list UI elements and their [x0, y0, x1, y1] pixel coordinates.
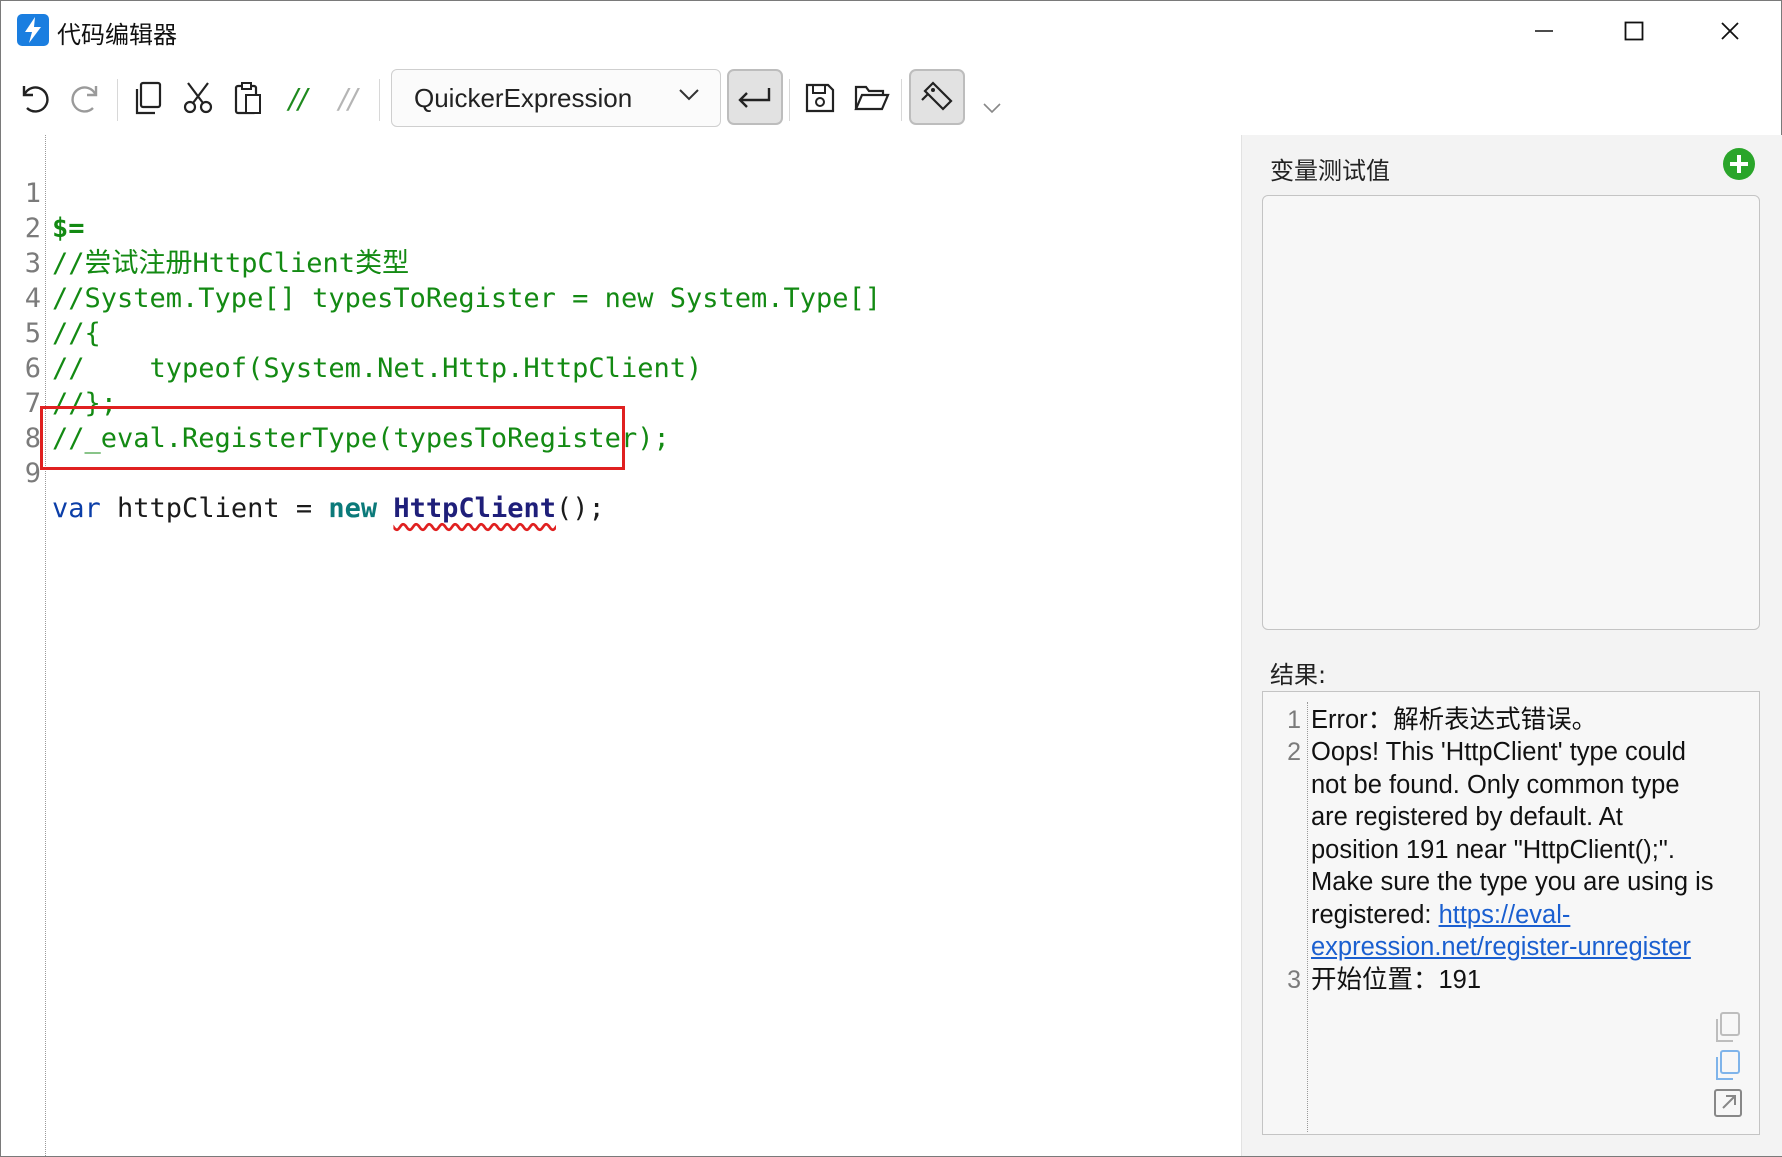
line-number: 9	[24, 458, 41, 489]
identifier: httpClient =	[100, 493, 329, 524]
undo-button[interactable]	[11, 75, 57, 121]
return-arrow-icon	[738, 88, 771, 108]
app-logo-icon	[17, 14, 49, 46]
copy-icon	[1716, 1012, 1740, 1042]
error-type-name: HttpClient	[393, 493, 556, 524]
close-button[interactable]	[1687, 1, 1773, 61]
result-line-text: Error：解析表达式错误。	[1311, 706, 1598, 734]
copy-result-button[interactable]	[1711, 1010, 1745, 1044]
add-variable-button[interactable]	[1722, 147, 1756, 181]
line-text: var httpClient = new HttpClient();	[52, 491, 605, 526]
open-result-button[interactable]	[1711, 1086, 1745, 1120]
keyword-var: var	[52, 493, 101, 524]
result-line-text: Make sure the type you are using is	[1311, 868, 1714, 896]
line-text: // typeof(System.Net.Http.HttpClient)	[52, 353, 703, 384]
side-panel: 变量测试值 结果: 1 Error：解析表达式错误。 2 Oops! This …	[1241, 135, 1782, 1156]
result-error-message: Oops! This 'HttpClient' type could not b…	[1311, 736, 1714, 964]
result-line-number: 2	[1287, 738, 1301, 766]
copy-result-alt-button[interactable]	[1711, 1048, 1745, 1082]
save-button[interactable]	[797, 75, 843, 121]
result-line-number: 3	[1287, 966, 1301, 994]
folder-open-icon	[854, 85, 890, 111]
save-icon	[805, 83, 835, 113]
help-link-continued[interactable]: expression.net/register-unregister	[1311, 933, 1691, 961]
word-wrap-toggle[interactable]	[727, 69, 783, 125]
pin-toggle[interactable]	[909, 69, 965, 125]
code-line: 4 //{	[1, 246, 101, 349]
variable-test-title: 变量测试值	[1270, 157, 1390, 185]
uncomment-button[interactable]: //	[325, 75, 371, 121]
open-folder-button[interactable]	[849, 75, 895, 121]
language-select[interactable]: QuickerExpression	[391, 69, 721, 127]
toolbar-separator	[117, 79, 118, 121]
code-line: 2 //尝试注册HttpClient类型	[1, 176, 409, 279]
toolbar: // // QuickerExpression	[1, 65, 1781, 135]
minimize-button[interactable]	[1501, 1, 1587, 61]
result-line-text: Oops! This 'HttpClient' type could	[1311, 738, 1686, 766]
result-label: 结果:	[1270, 661, 1327, 689]
result-line-text: are registered by default. At	[1311, 803, 1623, 831]
language-select-value: QuickerExpression	[414, 83, 633, 113]
more-options-button[interactable]	[969, 85, 1015, 131]
toolbar-separator	[789, 79, 790, 121]
copy-icon	[1716, 1050, 1740, 1080]
tag-icon	[921, 81, 953, 111]
code-line: 7 //_eval.RegisterType(typesToRegister);	[1, 351, 670, 454]
result-line-text: position 191 near "HttpClient();".	[1311, 835, 1675, 864]
chevron-down-icon	[679, 89, 699, 101]
code-line: 1 $=	[1, 141, 99, 244]
cut-button[interactable]	[175, 75, 221, 121]
cut-icon	[183, 82, 213, 114]
code-editor-window: 代码编辑器 // // QuickerExpression 1 $= 2 //尝…	[0, 0, 1782, 1157]
external-link-icon	[1714, 1089, 1742, 1117]
window-title: 代码编辑器	[57, 21, 177, 49]
toolbar-separator	[379, 79, 380, 121]
toolbar-separator	[901, 79, 902, 121]
highlight-annotation-box	[40, 406, 625, 470]
result-line-text: registered:	[1311, 900, 1439, 929]
result-line-text: 开始位置：191	[1311, 966, 1482, 994]
result-gutter-divider	[1307, 702, 1308, 1132]
variable-test-box[interactable]	[1262, 195, 1760, 630]
redo-icon	[71, 86, 98, 113]
result-output[interactable]: 1 Error：解析表达式错误。 2 Oops! This 'HttpClien…	[1262, 691, 1760, 1135]
plus-circle-icon	[1723, 148, 1755, 180]
line-text: //System.Type[] typesToRegister = new Sy…	[52, 283, 882, 314]
code-line: 5 // typeof(System.Net.Http.HttpClient)	[1, 281, 702, 384]
copy-button[interactable]	[125, 75, 171, 121]
redo-button[interactable]	[63, 75, 109, 121]
comment-button[interactable]: //	[275, 75, 321, 121]
paste-icon	[234, 82, 261, 115]
chevron-down-icon	[983, 103, 1001, 114]
code-line: 6 //};	[1, 316, 117, 419]
paste-button[interactable]	[225, 75, 271, 121]
title-bar: 代码编辑器	[1, 1, 1781, 61]
code-editor[interactable]: 1 $= 2 //尝试注册HttpClient类型 3 //System.Typ…	[1, 135, 1241, 1156]
help-link[interactable]: https://eval-	[1439, 901, 1571, 929]
copy-icon	[135, 81, 162, 115]
undo-icon	[22, 86, 49, 113]
result-line-text: not be found. Only common type	[1311, 770, 1680, 799]
keyword-new: new	[328, 493, 378, 524]
maximize-button[interactable]	[1591, 1, 1677, 61]
comment-icon: //	[288, 81, 308, 115]
uncomment-icon: //	[338, 81, 358, 115]
call-suffix: ();	[555, 493, 605, 524]
code-line: 3 //System.Type[] typesToRegister = new …	[1, 211, 881, 314]
line-text: //尝试注册HttpClient类型	[52, 248, 410, 279]
result-line-number: 1	[1287, 706, 1301, 734]
